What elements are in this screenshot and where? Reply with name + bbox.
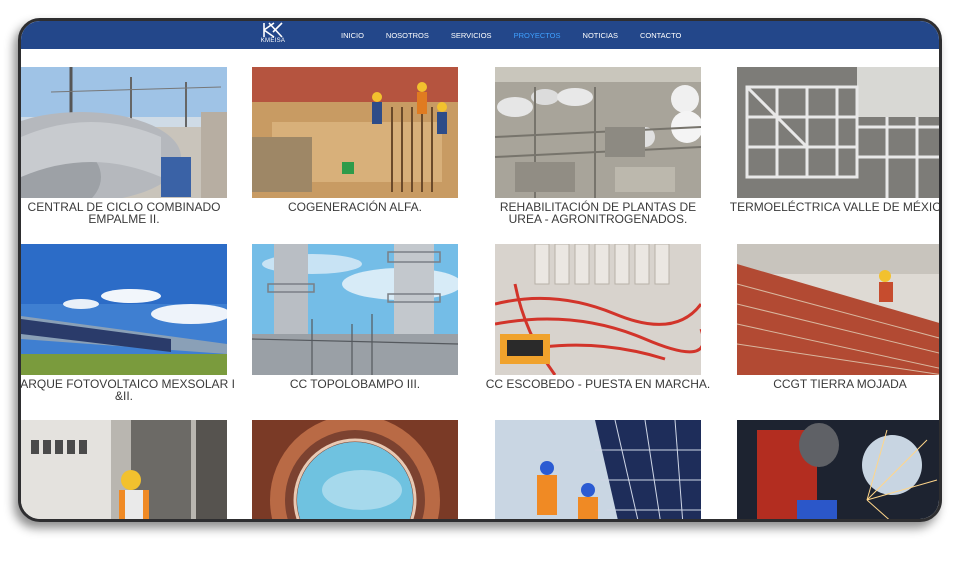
project-card[interactable]: REHABILITACIÓN DE PLANTAS DE UREA - AGRO… (495, 67, 701, 225)
nav-inicio[interactable]: INICIO (341, 31, 364, 40)
project-card[interactable] (495, 420, 701, 519)
kmeisa-logo[interactable]: KMEISA (253, 22, 293, 48)
project-title[interactable]: CCGT TIERRA MOJADA (727, 378, 939, 390)
project-card[interactable] (21, 420, 227, 519)
welder-sparks-image[interactable] (737, 420, 939, 519)
project-card[interactable]: COGENERACIÓN ALFA. (252, 67, 458, 213)
main-menu: INICIO NOSOTROS SERVICIOS PROYECTOS NOTI… (341, 21, 703, 49)
pipe-interior-image[interactable] (252, 420, 458, 519)
project-card[interactable]: CENTRAL DE CICLO COMBINADO EMPALME II. (21, 67, 227, 225)
industrial-plant-aerial-image[interactable] (495, 67, 701, 198)
electrical-panel-image[interactable] (495, 244, 701, 375)
logo-text: KMEISA (260, 38, 286, 44)
project-title[interactable]: COGENERACIÓN ALFA. (242, 201, 468, 213)
nav-noticias[interactable]: NOTICIAS (583, 31, 618, 40)
top-navbar: KMEISA INICIO NOSOTROS SERVICIOS PROYECT… (21, 21, 939, 49)
nav-proyectos[interactable]: PROYECTOS (514, 31, 561, 40)
project-title[interactable]: CC ESCOBEDO - PUESTA EN MARCHA. (485, 378, 711, 390)
nav-contacto[interactable]: CONTACTO (640, 31, 681, 40)
nav-servicios[interactable]: SERVICIOS (451, 31, 492, 40)
project-card[interactable]: PARQUE FOTOVOLTAICO MEXSOLAR I &II. (21, 244, 235, 402)
construction-rebar-image[interactable] (252, 67, 458, 198)
project-card[interactable]: CC ESCOBEDO - PUESTA EN MARCHA. (486, 244, 710, 390)
project-title[interactable]: REHABILITACIÓN DE PLANTAS DE UREA - AGRO… (485, 201, 711, 225)
project-title[interactable]: TERMOELÉCTRICA VALLE DE MÉXICO (727, 201, 939, 213)
project-card[interactable]: CC TOPOLOBAMPO III. (252, 244, 458, 390)
project-title[interactable]: CC TOPOLOBAMPO III. (242, 378, 468, 390)
brick-wall-worker-image[interactable] (737, 244, 939, 375)
nav-nosotros[interactable]: NOSOTROS (386, 31, 429, 40)
project-card[interactable] (737, 420, 939, 519)
steel-structure-image[interactable] (737, 67, 939, 198)
browser-frame: KMEISA INICIO NOSOTROS SERVICIOS PROYECT… (18, 18, 942, 522)
electrician-panel-image[interactable] (21, 420, 227, 519)
solar-panel-workers-image[interactable] (495, 420, 701, 519)
project-title[interactable]: PARQUE FOTOVOLTAICO MEXSOLAR I &II. (21, 378, 237, 402)
project-title[interactable]: CENTRAL DE CICLO COMBINADO EMPALME II. (21, 201, 237, 225)
solar-park-image[interactable] (21, 244, 227, 375)
project-card[interactable] (252, 420, 458, 519)
power-plant-pipes-image[interactable] (21, 67, 227, 198)
project-card[interactable]: CCGT TIERRA MOJADA (737, 244, 939, 390)
kmeisa-logo-icon (263, 22, 283, 38)
chimney-stacks-image[interactable] (252, 244, 458, 375)
project-card[interactable]: TERMOELÉCTRICA VALLE DE MÉXICO (730, 67, 939, 213)
